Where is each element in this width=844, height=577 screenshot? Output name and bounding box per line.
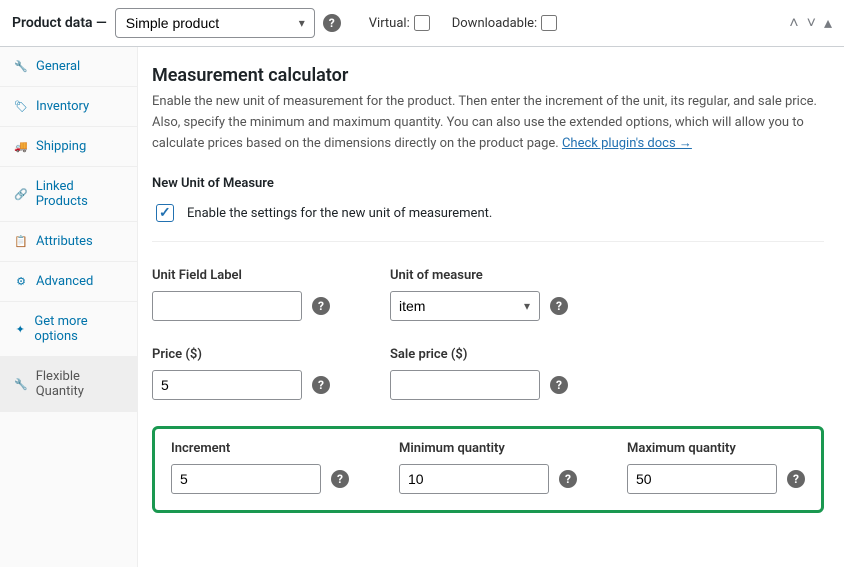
downloadable-checkbox[interactable] bbox=[541, 15, 557, 31]
downloadable-checkbox-label: Downloadable: bbox=[452, 15, 557, 31]
sidebar-item-label: Flexible Quantity bbox=[36, 369, 123, 399]
link-icon: 🔗 bbox=[14, 187, 28, 201]
increment-label: Increment bbox=[171, 441, 349, 456]
sale-price-label: Sale price ($) bbox=[390, 347, 568, 362]
content-heading: Measurement calculator bbox=[152, 65, 824, 86]
panel-header: Product data — Simple product ? Virtual:… bbox=[0, 0, 844, 47]
sidebar-item-flexible-quantity[interactable]: 🔧 Flexible Quantity bbox=[0, 357, 137, 412]
help-icon[interactable]: ? bbox=[331, 470, 349, 488]
chevron-down-icon[interactable]: ˅ bbox=[807, 13, 816, 33]
sidebar-item-label: General bbox=[36, 59, 80, 74]
help-icon[interactable]: ? bbox=[787, 470, 805, 488]
sale-price-input[interactable] bbox=[390, 370, 540, 400]
min-qty-label: Minimum quantity bbox=[399, 441, 577, 456]
price-label: Price ($) bbox=[152, 347, 330, 362]
max-qty-label: Maximum quantity bbox=[627, 441, 805, 456]
help-icon[interactable]: ? bbox=[550, 376, 568, 394]
help-icon[interactable]: ? bbox=[559, 470, 577, 488]
content-description: Enable the new unit of measurement for t… bbox=[152, 92, 824, 154]
enable-checkbox[interactable] bbox=[156, 204, 174, 222]
truck-icon: 🚚 bbox=[14, 140, 28, 154]
enable-label: Enable the settings for the new unit of … bbox=[187, 206, 492, 221]
product-type-select[interactable]: Simple product bbox=[115, 8, 315, 38]
sidebar-item-label: Linked Products bbox=[36, 179, 123, 209]
sidebar-tabs: 🔧 General 🏷 Inventory 🚚 Shipping 🔗 Linked Produ… bbox=[0, 47, 138, 567]
price-input[interactable] bbox=[152, 370, 302, 400]
unit-measure-label: Unit of measure bbox=[390, 268, 568, 283]
sidebar-item-label: Inventory bbox=[36, 99, 89, 114]
unit-field-input[interactable] bbox=[152, 291, 302, 321]
min-qty-input[interactable] bbox=[399, 464, 549, 494]
sidebar-item-label: Attributes bbox=[36, 234, 93, 249]
description-text: Enable the new unit of measurement for t… bbox=[152, 94, 817, 151]
increment-input[interactable] bbox=[171, 464, 321, 494]
gear-icon: ⚙ bbox=[14, 275, 28, 289]
docs-link[interactable]: Check plugin's docs → bbox=[562, 136, 692, 151]
wrench-icon: 🔧 bbox=[14, 377, 28, 391]
sidebar-item-label: Advanced bbox=[36, 274, 93, 289]
sparkle-icon: ✦ bbox=[14, 322, 26, 336]
tag-icon: 🏷 bbox=[14, 100, 28, 114]
collapse-icon[interactable]: ▴ bbox=[824, 13, 832, 33]
unit-field-label: Unit Field Label bbox=[152, 268, 330, 283]
sidebar-item-inventory[interactable]: 🏷 Inventory bbox=[0, 87, 137, 127]
panel-title: Product data — bbox=[12, 15, 107, 31]
help-icon[interactable]: ? bbox=[550, 297, 568, 315]
tab-content: Measurement calculator Enable the new un… bbox=[138, 47, 844, 567]
sidebar-item-attributes[interactable]: 📋 Attributes bbox=[0, 222, 137, 262]
help-icon[interactable]: ? bbox=[312, 376, 330, 394]
sidebar-item-shipping[interactable]: 🚚 Shipping bbox=[0, 127, 137, 167]
virtual-label: Virtual: bbox=[369, 16, 410, 31]
downloadable-label: Downloadable: bbox=[452, 16, 537, 31]
section-title: New Unit of Measure bbox=[152, 176, 824, 191]
highlighted-quantity-box: Increment ? Minimum quantity ? bbox=[152, 426, 824, 513]
sidebar-item-label: Shipping bbox=[36, 139, 86, 154]
virtual-checkbox[interactable] bbox=[414, 15, 430, 31]
sidebar-item-linked-products[interactable]: 🔗 Linked Products bbox=[0, 167, 137, 222]
max-qty-input[interactable] bbox=[627, 464, 777, 494]
help-icon[interactable]: ? bbox=[323, 14, 341, 32]
sidebar-item-general[interactable]: 🔧 General bbox=[0, 47, 137, 87]
list-icon: 📋 bbox=[14, 235, 28, 249]
sidebar-item-label: Get more options bbox=[34, 314, 123, 344]
wrench-icon: 🔧 bbox=[14, 60, 28, 74]
unit-measure-select[interactable]: item bbox=[390, 291, 540, 321]
help-icon[interactable]: ? bbox=[312, 297, 330, 315]
chevron-up-icon[interactable]: ˄ bbox=[789, 13, 798, 33]
virtual-checkbox-label: Virtual: bbox=[369, 15, 430, 31]
sidebar-item-advanced[interactable]: ⚙ Advanced bbox=[0, 262, 137, 302]
sidebar-item-get-more-options[interactable]: ✦ Get more options bbox=[0, 302, 137, 357]
